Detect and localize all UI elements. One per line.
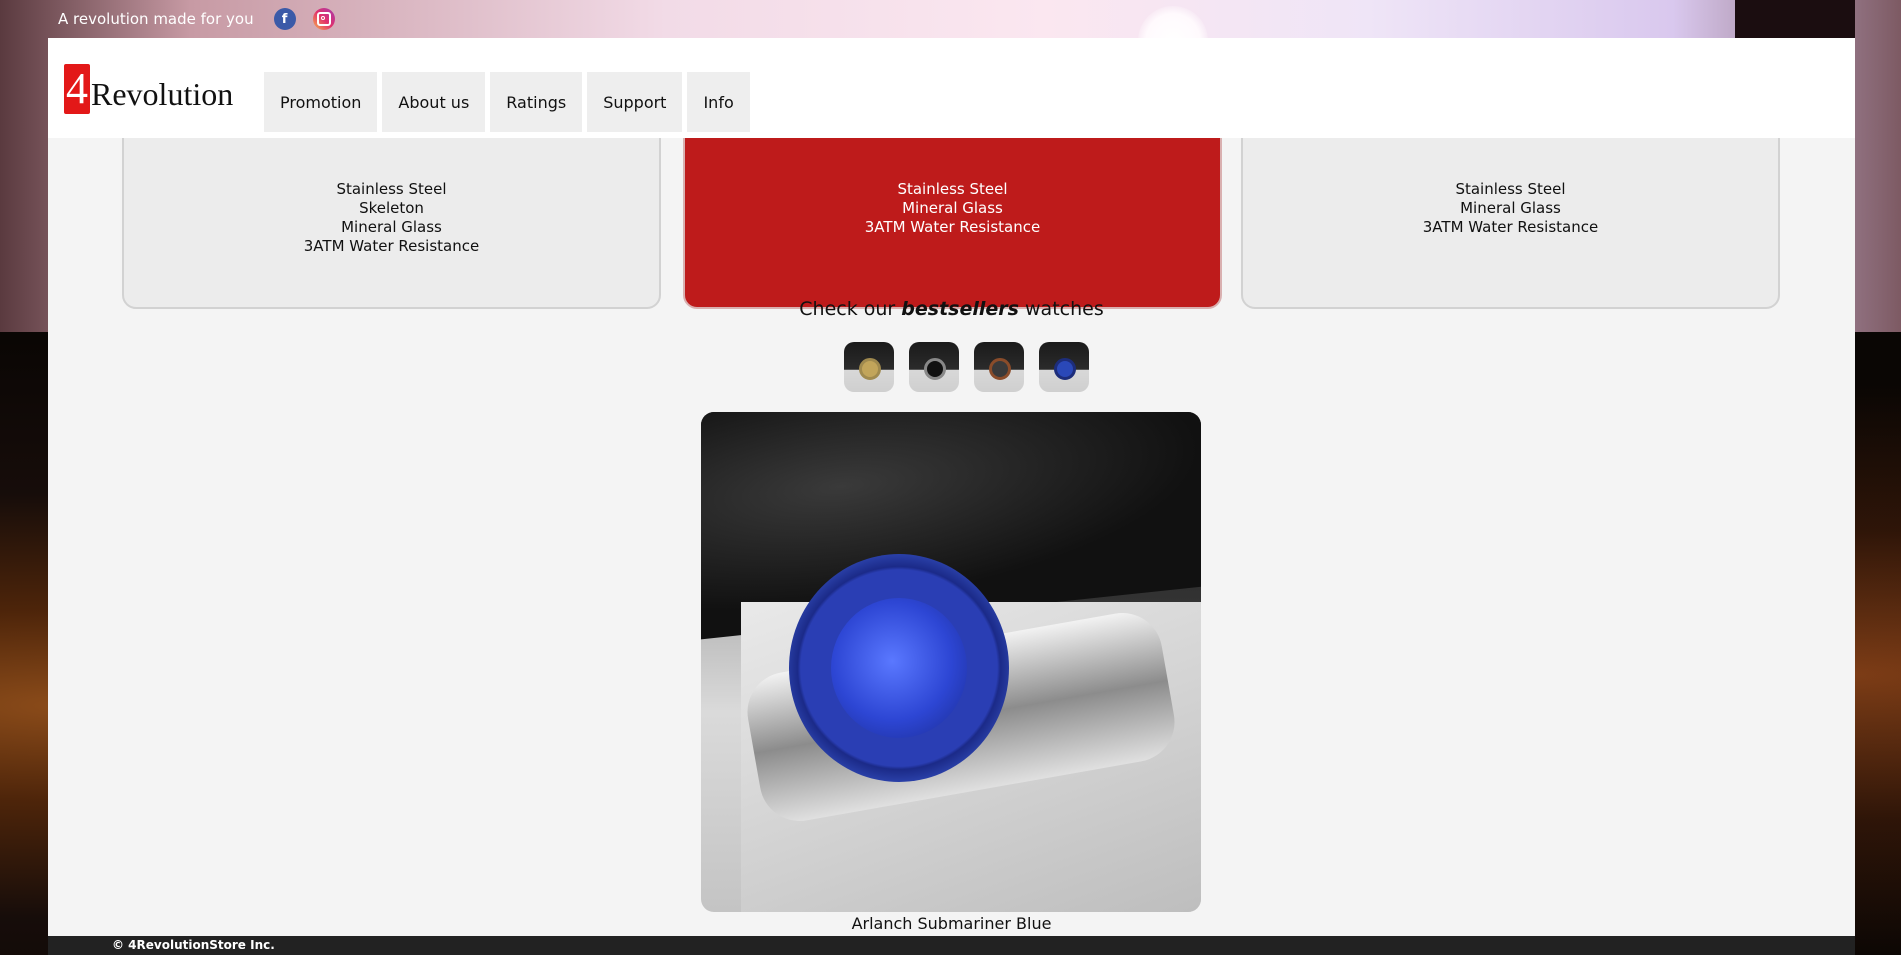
feature: Stainless Steel [336, 180, 447, 198]
copyright: © 4RevolutionStore Inc. [112, 938, 275, 952]
thumbnail-blue-watch[interactable] [1039, 342, 1089, 392]
feature: Mineral Glass [341, 218, 442, 236]
feature: Mineral Glass [902, 199, 1003, 217]
watch-thumbnails [844, 342, 1089, 392]
logo-digit: 4 [64, 64, 90, 114]
tagline: A revolution made for you [58, 10, 254, 28]
feature: 3ATM Water Resistance [303, 237, 480, 255]
feature: 3ATM Water Resistance [864, 218, 1041, 236]
watch-face [989, 358, 1011, 380]
watch-face [859, 358, 881, 380]
main-nav: Promotion About us Ratings Support Info [264, 72, 750, 132]
thumbnail-brown-strap-watch[interactable] [974, 342, 1024, 392]
featured-watch-image [701, 412, 1201, 912]
logo-word: Revolution [91, 76, 234, 112]
nav-promotion[interactable]: Promotion [264, 72, 378, 132]
feature: 3ATM Water Resistance [1422, 218, 1599, 236]
thumbnail-black-watch[interactable] [909, 342, 959, 392]
logo[interactable]: 4 Revolution [64, 64, 233, 114]
heading-suffix: watches [1018, 298, 1104, 320]
heading-prefix: Check our [799, 298, 902, 320]
nav-ratings[interactable]: Ratings [490, 72, 583, 132]
watch-dial [831, 598, 967, 738]
watch-face [924, 358, 946, 380]
bestsellers-heading: Check our bestsellers watches [48, 298, 1855, 320]
watch-face [1054, 358, 1076, 380]
page: 4 Revolution Promotion About us Ratings … [48, 38, 1855, 955]
feature-list: Stainless Steel Mineral Glass 3ATM Water… [685, 180, 1220, 237]
feature: Stainless Steel [897, 180, 1008, 198]
nav-support[interactable]: Support [587, 72, 683, 132]
header: 4 Revolution Promotion About us Ratings … [48, 38, 1855, 138]
nav-about-us[interactable]: About us [382, 72, 486, 132]
featured-watch-caption: Arlanch Submariner Blue [851, 914, 1052, 933]
facebook-glyph: f [281, 11, 288, 27]
thumbnail-gold-watch[interactable] [844, 342, 894, 392]
facebook-icon[interactable]: f [273, 8, 296, 30]
nav-info[interactable]: Info [687, 72, 750, 132]
instagram-icon[interactable] [312, 8, 335, 30]
heading-emphasis: bestsellers [901, 298, 1019, 320]
feature: Skeleton [359, 199, 424, 217]
feature-list: Stainless Steel Skeleton Mineral Glass 3… [124, 180, 659, 256]
top-bar: A revolution made for you f [48, 0, 1738, 38]
feature: Mineral Glass [1460, 199, 1561, 217]
footer: © 4RevolutionStore Inc. [48, 936, 1855, 955]
feature: Stainless Steel [1455, 180, 1566, 198]
feature-list: Stainless Steel Mineral Glass 3ATM Water… [1243, 180, 1778, 237]
camera-glyph [316, 12, 331, 26]
background-shade [1735, 0, 1855, 38]
